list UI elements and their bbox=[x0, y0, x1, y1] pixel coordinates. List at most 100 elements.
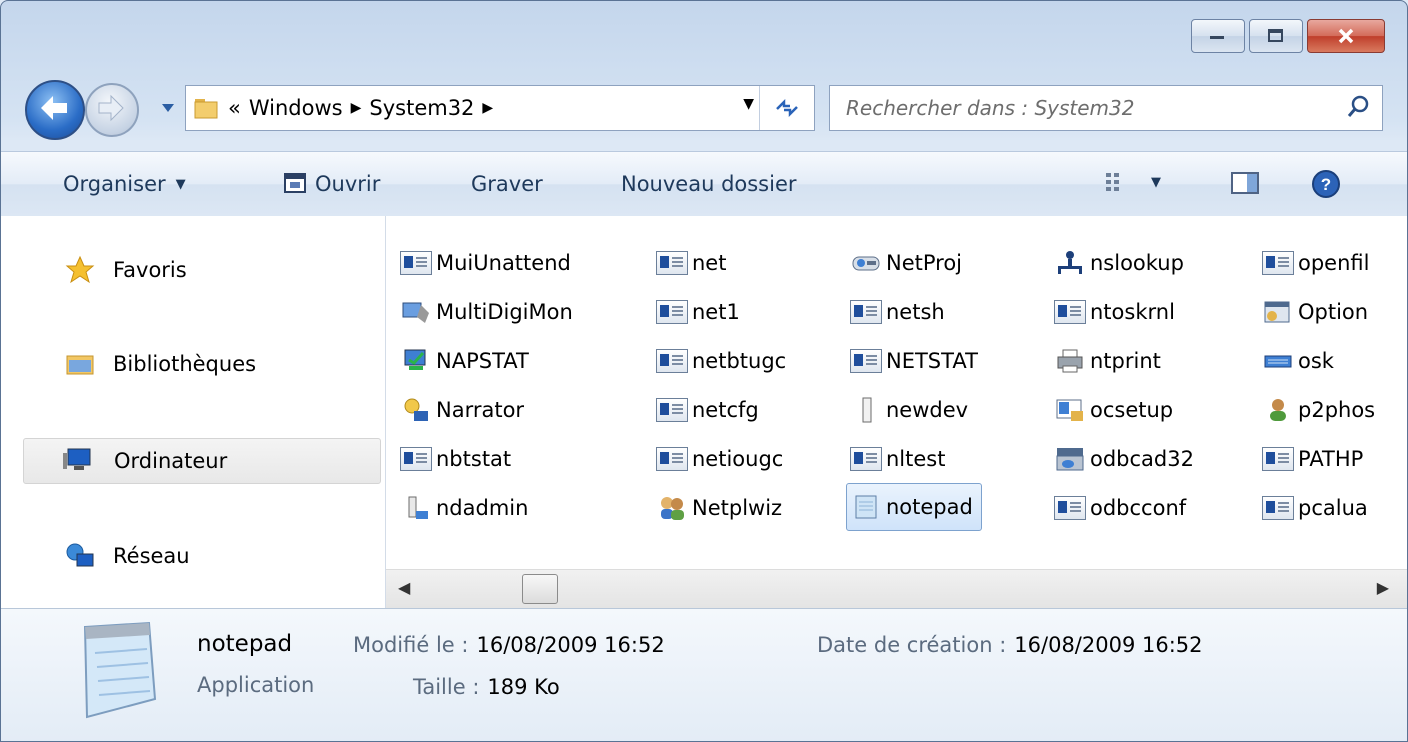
file-item[interactable]: p2phos bbox=[1262, 385, 1375, 434]
network-icon bbox=[65, 541, 95, 571]
details-file-type: Application bbox=[197, 673, 315, 697]
network-status-icon bbox=[400, 348, 432, 374]
view-dropdown-arrow-icon[interactable]: ▼ bbox=[1151, 175, 1161, 190]
back-button[interactable] bbox=[25, 80, 85, 140]
file-item[interactable]: netsh bbox=[850, 287, 982, 336]
notepad-icon bbox=[850, 494, 882, 520]
application-icon bbox=[1054, 495, 1086, 521]
file-item-selected[interactable]: notepad bbox=[846, 483, 982, 531]
file-item[interactable]: nbtstat bbox=[400, 434, 573, 483]
nav-item-label: Réseau bbox=[113, 544, 190, 568]
open-button[interactable]: Ouvrir bbox=[283, 172, 380, 196]
file-item[interactable]: nltest bbox=[850, 434, 982, 483]
maximize-button[interactable] bbox=[1249, 19, 1303, 53]
breadcrumb-overflow[interactable]: « bbox=[228, 96, 241, 120]
file-item[interactable]: pcalua bbox=[1262, 483, 1375, 532]
file-item[interactable]: ntoskrnl bbox=[1054, 287, 1194, 336]
application-icon bbox=[656, 348, 688, 374]
search-input[interactable]: Rechercher dans : System32 bbox=[846, 96, 1135, 120]
scroll-right-icon[interactable]: ▶ bbox=[1377, 578, 1389, 597]
file-item[interactable]: Netplwiz bbox=[656, 483, 786, 532]
help-button[interactable]: ? bbox=[1311, 169, 1341, 199]
file-name: Option bbox=[1298, 299, 1369, 324]
minimize-button[interactable] bbox=[1191, 19, 1245, 53]
nav-item-computer[interactable]: Ordinateur bbox=[23, 438, 381, 484]
file-item[interactable]: nslookup bbox=[1054, 238, 1194, 287]
file-item[interactable]: netiougc bbox=[656, 434, 786, 483]
search-box[interactable]: Rechercher dans : System32 bbox=[829, 85, 1383, 131]
file-name: p2phos bbox=[1298, 397, 1376, 422]
breadcrumb-separator-icon[interactable]: ▶ bbox=[351, 100, 362, 116]
file-item[interactable]: NETSTAT bbox=[850, 336, 982, 385]
explorer-window: « Windows ▶ System32 ▶ ▼ Rechercher dans… bbox=[0, 0, 1408, 742]
file-name: MultiDigiMon bbox=[436, 299, 573, 324]
change-view-button[interactable]: ▼ bbox=[1105, 172, 1161, 192]
preview-pane-button[interactable] bbox=[1231, 172, 1261, 196]
database-icon bbox=[1054, 446, 1086, 472]
modified-value: 16/08/2009 16:52 bbox=[476, 633, 665, 657]
file-item[interactable]: netcfg bbox=[656, 385, 786, 434]
details-size: Taille : 189 Ko bbox=[413, 675, 560, 699]
nav-item-favorites[interactable]: Favoris bbox=[23, 248, 379, 292]
application-icon bbox=[1054, 299, 1086, 325]
file-item[interactable]: Narrator bbox=[400, 385, 573, 434]
network-lookup-icon bbox=[1054, 250, 1086, 276]
file-item[interactable]: MultiDigiMon bbox=[400, 287, 573, 336]
file-item[interactable]: ntprint bbox=[1054, 336, 1194, 385]
narrator-icon bbox=[400, 397, 432, 423]
file-item[interactable]: netbtugc bbox=[656, 336, 786, 385]
recent-pages-dropdown-icon[interactable] bbox=[161, 101, 175, 115]
nav-item-libraries[interactable]: Bibliothèques bbox=[23, 342, 379, 386]
nav-item-label: Favoris bbox=[113, 258, 187, 282]
application-icon bbox=[656, 250, 688, 276]
file-item[interactable]: PATHP bbox=[1262, 434, 1375, 483]
scrollbar-thumb[interactable] bbox=[522, 574, 558, 604]
file-item[interactable]: net1 bbox=[656, 287, 786, 336]
file-item[interactable]: odbcad32 bbox=[1054, 434, 1194, 483]
file-item[interactable]: NAPSTAT bbox=[400, 336, 573, 385]
organize-menu-button[interactable]: Organiser ▼ bbox=[63, 172, 186, 196]
dropdown-arrow-icon: ▼ bbox=[175, 176, 186, 192]
burn-button[interactable]: Graver bbox=[471, 172, 543, 196]
file-item[interactable]: Option bbox=[1262, 287, 1375, 336]
refresh-button[interactable] bbox=[759, 86, 814, 130]
scroll-left-icon[interactable]: ◀ bbox=[398, 578, 410, 597]
navigation-pane: Favoris Bibliothèques Ordinateur Réseau bbox=[1, 216, 386, 608]
file-item[interactable]: net bbox=[656, 238, 786, 287]
file-column: nslookup ntoskrnl ntprint ocsetup odbcad… bbox=[1054, 238, 1194, 532]
optional-features-icon bbox=[1262, 299, 1294, 325]
application-icon bbox=[400, 446, 432, 472]
file-item[interactable]: MuiUnattend bbox=[400, 238, 573, 287]
file-item[interactable]: odbcconf bbox=[1054, 483, 1194, 532]
horizontal-scrollbar[interactable]: ◀ ▶ bbox=[386, 569, 1407, 608]
breadcrumb-separator-icon[interactable]: ▶ bbox=[482, 100, 493, 116]
breadcrumb-windows[interactable]: Windows bbox=[249, 96, 343, 120]
file-name: net1 bbox=[692, 299, 740, 324]
computer-icon bbox=[62, 446, 92, 476]
file-name: nbtstat bbox=[436, 446, 512, 471]
close-button[interactable] bbox=[1307, 19, 1385, 53]
file-name: pcalua bbox=[1298, 495, 1368, 520]
file-column: MuiUnattend MultiDigiMon NAPSTAT Narrato… bbox=[400, 238, 573, 532]
search-icon[interactable] bbox=[1346, 94, 1372, 120]
file-name: ntprint bbox=[1090, 348, 1161, 373]
forward-button[interactable] bbox=[85, 83, 139, 137]
file-item[interactable]: openfil bbox=[1262, 238, 1375, 287]
file-name: nltest bbox=[886, 446, 946, 471]
file-item[interactable]: ndadmin bbox=[400, 483, 573, 532]
file-item[interactable]: newdev bbox=[850, 385, 982, 434]
file-item[interactable]: osk bbox=[1262, 336, 1375, 385]
setup-icon bbox=[1054, 397, 1086, 423]
svg-text:?: ? bbox=[1321, 175, 1331, 194]
file-item[interactable]: NetProj bbox=[850, 238, 982, 287]
address-bar[interactable]: « Windows ▶ System32 ▶ ▼ bbox=[185, 85, 815, 131]
nav-item-network[interactable]: Réseau bbox=[23, 534, 379, 578]
new-folder-button[interactable]: Nouveau dossier bbox=[621, 172, 797, 196]
breadcrumb-system32[interactable]: System32 bbox=[369, 96, 474, 120]
application-icon bbox=[1262, 250, 1294, 276]
file-name: NETSTAT bbox=[886, 348, 978, 373]
file-name: openfil bbox=[1298, 250, 1370, 275]
file-item[interactable]: ocsetup bbox=[1054, 385, 1194, 434]
file-name: netsh bbox=[886, 299, 945, 324]
address-history-dropdown-icon[interactable]: ▼ bbox=[743, 96, 754, 112]
